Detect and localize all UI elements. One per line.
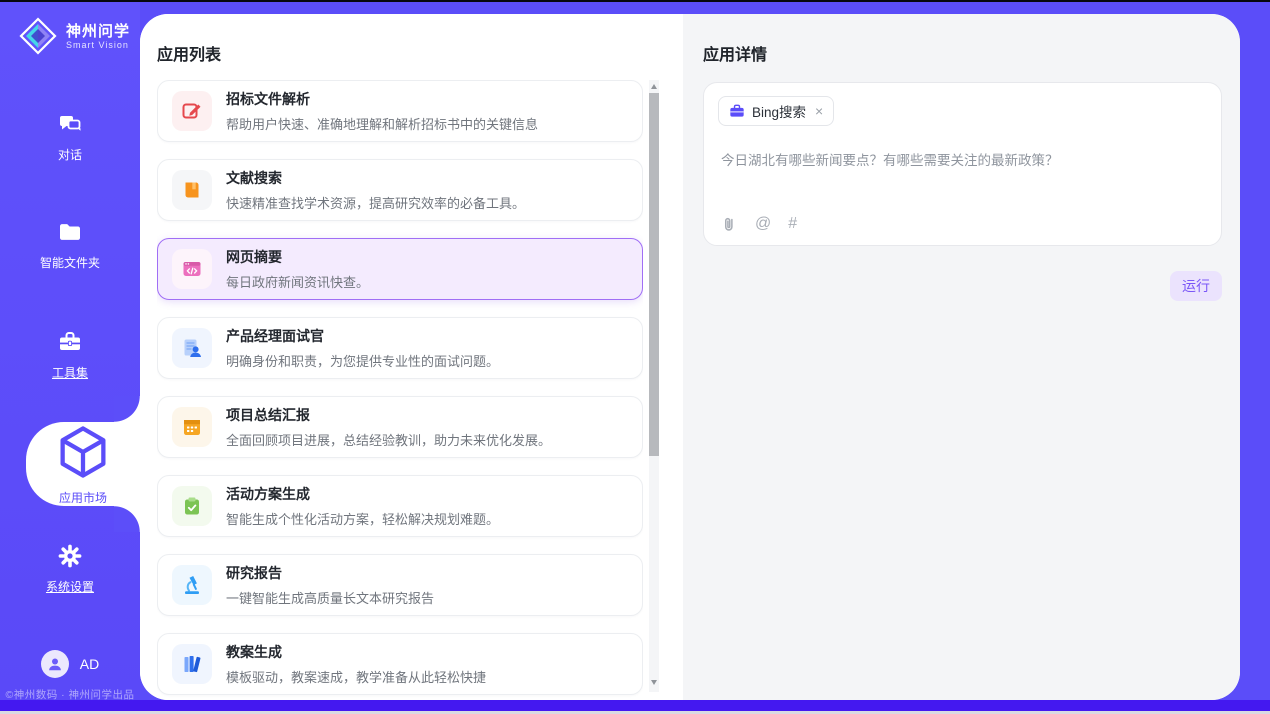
app-window: 神州问学 Smart Vision 对话 智能文件夹 (0, 0, 1270, 714)
app-title: 活动方案生成 (226, 484, 499, 504)
app-title: 研究报告 (226, 563, 434, 583)
app-desc: 帮助用户快速、准确地理解和解析招标书中的关键信息 (226, 114, 538, 133)
app-desc: 模板驱动，教案速成，教学准备从此轻松快捷 (226, 667, 486, 686)
content-area: 应用列表 招标文件解析 帮助用户快速、准确地理解和解析招标书中的关键信息 (140, 14, 1240, 700)
list-item-project-summary[interactable]: 项目总结汇报 全面回顾项目进展，总结经验教训，助力未来优化发展。 (157, 396, 643, 458)
chat-icon (56, 110, 84, 138)
app-desc: 全面回顾项目进展，总结经验教训，助力未来优化发展。 (226, 430, 551, 449)
app-desc: 每日政府新闻资讯快查。 (226, 272, 369, 291)
bottom-bar (0, 700, 1270, 711)
paperclip-icon[interactable] (720, 215, 738, 233)
sidebar-item-settings[interactable]: 系统设置 (0, 542, 140, 595)
scroll-down-button[interactable] (649, 676, 659, 688)
app-title: 招标文件解析 (226, 89, 538, 109)
tool-chip-label: Bing搜索 (752, 101, 806, 121)
prompt-text[interactable]: 今日湖北有哪些新闻要点？有哪些需要关注的最新政策？ (721, 151, 1201, 171)
calendar-report-icon (172, 407, 212, 447)
person-icon (45, 654, 65, 674)
app-title: 教案生成 (226, 642, 486, 662)
close-icon[interactable]: × (815, 104, 823, 118)
edit-icon (172, 91, 212, 131)
app-desc: 一键智能生成高质量长文本研究报告 (226, 588, 434, 607)
top-border (0, 0, 1270, 2)
app-title: 网页摘要 (226, 247, 369, 267)
app-detail-title: 应用详情 (703, 41, 767, 65)
list-item-pm-interviewer[interactable]: 产品经理面试官 明确身份和职责，为您提供专业性的面试问题。 (157, 317, 643, 379)
app-detail-panel: 应用详情 Bing搜索 × 今日湖北有哪些新闻要点？有哪些需要关注的最新政策？ (683, 14, 1240, 700)
briefcase-icon (729, 103, 745, 119)
list-scrollbar[interactable] (649, 80, 659, 692)
gear-icon (56, 542, 84, 570)
sidebar: 神州问学 Smart Vision 对话 智能文件夹 (0, 2, 140, 700)
scroll-up-button[interactable] (649, 80, 659, 92)
app-list: 招标文件解析 帮助用户快速、准确地理解和解析招标书中的关键信息 文献搜索 快速精… (157, 80, 643, 700)
prompt-card[interactable]: Bing搜索 × 今日湖北有哪些新闻要点？有哪些需要关注的最新政策？ @ # (703, 82, 1222, 246)
sidebar-item-label: 对话 (58, 146, 82, 163)
brand-name: 神州问学 (66, 23, 130, 40)
list-item-bid-parse[interactable]: 招标文件解析 帮助用户快速、准确地理解和解析招标书中的关键信息 (157, 80, 643, 142)
app-title: 文献搜索 (226, 168, 525, 188)
books-icon (172, 644, 212, 684)
list-item-lesson-plan[interactable]: 教案生成 模板驱动，教案速成，教学准备从此轻松快捷 (157, 633, 643, 695)
run-button[interactable]: 运行 (1170, 271, 1222, 301)
toolbox-icon (56, 328, 84, 356)
app-title: 项目总结汇报 (226, 405, 551, 425)
app-desc: 明确身份和职责，为您提供专业性的面试问题。 (226, 351, 499, 370)
microscope-icon (172, 565, 212, 605)
sidebar-item-chat[interactable]: 对话 (0, 110, 140, 163)
avatar (41, 650, 69, 678)
app-list-panel: 应用列表 招标文件解析 帮助用户快速、准确地理解和解析招标书中的关键信息 (140, 14, 683, 700)
browser-code-icon (172, 249, 212, 289)
scrollbar-thumb[interactable] (649, 93, 659, 456)
folder-icon (56, 218, 84, 246)
list-item-literature-search[interactable]: 文献搜索 快速精准查找学术资源，提高研究效率的必备工具。 (157, 159, 643, 221)
brand-tagline: Smart Vision (66, 40, 130, 50)
clipboard-check-icon (172, 486, 212, 526)
sidebar-item-app-market[interactable]: 应用市场 (26, 422, 140, 506)
list-item-event-plan[interactable]: 活动方案生成 智能生成个性化活动方案，轻松解决规划难题。 (157, 475, 643, 537)
brand: 神州问学 Smart Vision (18, 16, 130, 56)
app-desc: 快速精准查找学术资源，提高研究效率的必备工具。 (226, 193, 525, 212)
sidebar-item-toolset[interactable]: 工具集 (0, 328, 140, 381)
hash-icon[interactable]: # (788, 216, 797, 232)
app-list-title: 应用列表 (157, 41, 221, 65)
app-desc: 智能生成个性化活动方案，轻松解决规划难题。 (226, 509, 499, 528)
user-account[interactable]: AD (0, 650, 140, 678)
cube-icon (53, 422, 113, 482)
brand-logo-icon (18, 16, 58, 56)
composer-toolbar: @ # (720, 215, 797, 233)
sidebar-item-label: 智能文件夹 (40, 254, 100, 271)
sidebar-item-label: 工具集 (52, 364, 88, 381)
sidebar-item-label: 应用市场 (59, 489, 107, 506)
sidebar-item-smart-folder[interactable]: 智能文件夹 (0, 218, 140, 271)
app-title: 产品经理面试官 (226, 326, 499, 346)
book-icon (172, 170, 212, 210)
sidebar-item-label: 系统设置 (46, 578, 94, 595)
list-item-research-report[interactable]: 研究报告 一键智能生成高质量长文本研究报告 (157, 554, 643, 616)
tool-chip-bing-search[interactable]: Bing搜索 × (718, 96, 834, 126)
user-name: AD (80, 656, 99, 672)
list-item-web-summary[interactable]: 网页摘要 每日政府新闻资讯快查。 (157, 238, 643, 300)
interviewer-icon (172, 328, 212, 368)
at-icon[interactable]: @ (755, 216, 771, 232)
